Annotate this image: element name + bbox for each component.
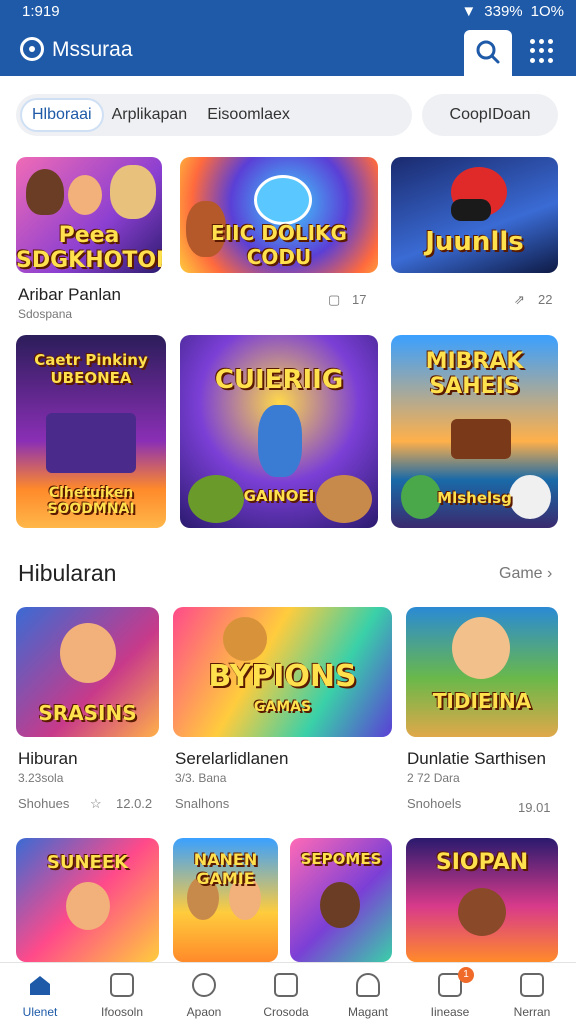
- bookmark-icon[interactable]: ▢: [328, 292, 340, 308]
- nav-item-nerran[interactable]: Nerran: [484, 963, 576, 1025]
- bottom-navigation: Ulenet Ifoosoln Apaon Crosoda Magant 1 I…: [0, 962, 576, 1024]
- game-card-4-bottom: Clhetuiken SOODMNAI: [47, 485, 135, 517]
- share-icon[interactable]: ⇗: [514, 292, 525, 308]
- status-bar: 1:919 ▼ 339% 1O%: [0, 0, 576, 26]
- game-card-9[interactable]: TIDIEINA: [406, 607, 558, 737]
- home-icon: [30, 976, 50, 995]
- game-card-3[interactable]: Juunlls: [391, 157, 558, 273]
- stack-icon: [520, 973, 544, 997]
- tab-hlboraai[interactable]: Hlboraai: [22, 100, 102, 130]
- search-button[interactable]: [464, 30, 512, 76]
- game-card-7-caption: Hiburan: [18, 749, 78, 768]
- compass-icon: [192, 973, 216, 997]
- game-card-1-caption: Aribar Panlan: [18, 285, 122, 304]
- game-card-8-title: BYPIONS: [208, 659, 357, 694]
- game-card-8-sub: 3/3. Bana: [175, 771, 227, 785]
- filter-tabs: Hlboraai Arplikapan Eisoomlaex: [16, 94, 412, 136]
- chevron-right-icon: ›: [547, 565, 553, 582]
- filter-chip[interactable]: CoopIDoan: [422, 94, 558, 136]
- briefcase-icon: [110, 973, 134, 997]
- wifi-icon: ▼: [461, 3, 477, 20]
- game-card-1-meta: 17: [352, 292, 367, 307]
- game-card-5-title: CUIERIIG: [214, 365, 344, 395]
- game-card-6-title: MIBRAK SAHEIS: [425, 349, 524, 399]
- game-card-6-bottom: Mlshelsg: [437, 489, 512, 507]
- nav-label-nerran: Nerran: [513, 1005, 551, 1019]
- game-card-12-title: SEPOMES: [300, 850, 382, 868]
- game-card-8-caption: Serelarlidlanen: [175, 749, 289, 768]
- battery-level: 339%: [484, 3, 523, 20]
- game-card-1[interactable]: Peea SDGKHOTON: [16, 157, 162, 273]
- star-icon: ☆: [90, 796, 102, 811]
- notification-badge: 1: [458, 967, 474, 983]
- app-logo-icon: [20, 37, 44, 61]
- section-more-label: Game: [499, 565, 543, 582]
- game-card-7[interactable]: SRASINS: [16, 607, 159, 737]
- game-card-13-title: SIOPAN: [435, 850, 529, 875]
- game-card-6[interactable]: MIBRAK SAHEIS Mlshelsg: [391, 335, 558, 528]
- status-time: 1:919: [22, 3, 60, 20]
- game-card-9-sub: 2 72 Dara: [407, 771, 460, 785]
- game-card-12[interactable]: SEPOMES: [290, 838, 392, 962]
- game-card-3-title: Juunlls: [425, 227, 524, 257]
- game-card-2[interactable]: EIIC DOLIKG CODU: [180, 157, 378, 273]
- game-card-8[interactable]: BYPIONS GAMAS: [173, 607, 392, 737]
- game-card-1-title: Peea SDGKHOTON: [16, 223, 162, 273]
- game-card-5-bottom: GAINOEI: [243, 487, 315, 505]
- game-card-4-title: Caetr Pinkiny UBEONEA: [34, 351, 148, 387]
- game-card-9-meta: Snohoels: [407, 796, 462, 811]
- tab-arplikapan[interactable]: Arplikapan: [102, 100, 198, 130]
- game-card-11[interactable]: NANEN GAMIE: [173, 838, 278, 962]
- game-card-10[interactable]: SUNEEK: [16, 838, 159, 962]
- game-card-3-meta: 22: [538, 292, 553, 307]
- game-card-9-meta2: 19.01: [518, 800, 551, 815]
- person-icon: [356, 973, 380, 997]
- game-card-2-title: EIIC DOLIKG CODU: [211, 221, 347, 269]
- game-card-8-subtitle: GAMAS: [253, 699, 312, 715]
- game-card-9-title: TIDIEINA: [432, 689, 532, 713]
- game-card-1-sub: Sdospana: [18, 307, 73, 321]
- game-card-5[interactable]: CUIERIIG GAINOEI: [180, 335, 378, 528]
- game-card-13[interactable]: SIOPAN: [406, 838, 558, 962]
- game-card-7-sub: 3.23sola: [18, 771, 64, 785]
- game-card-11-title: NANEN GAMIE: [193, 850, 258, 888]
- check-box-icon: [274, 973, 298, 997]
- grid-menu-icon[interactable]: [530, 39, 554, 63]
- app-title: Mssuraa: [52, 38, 133, 61]
- section-title: Hibularan: [18, 560, 117, 586]
- tab-eisoomlaex[interactable]: Eisoomlaex: [197, 100, 300, 130]
- section-more-link[interactable]: Game ›: [499, 565, 552, 583]
- app-bar: Mssuraa: [0, 26, 576, 76]
- game-card-7-meta: Shohues: [18, 796, 70, 811]
- game-card-4[interactable]: Caetr Pinkiny UBEONEA Clhetuiken SOODMNA…: [16, 335, 166, 528]
- game-card-10-title: SUNEEK: [46, 852, 129, 873]
- game-card-7-title: SRASINS: [38, 701, 137, 725]
- game-card-9-caption: Dunlatie Sarthisen: [407, 749, 546, 768]
- game-card-7-meta2: 12.0.2: [116, 796, 153, 811]
- game-card-8-meta: Snalhons: [175, 796, 230, 811]
- search-icon: [476, 40, 500, 64]
- signal-level: 1O%: [530, 3, 564, 20]
